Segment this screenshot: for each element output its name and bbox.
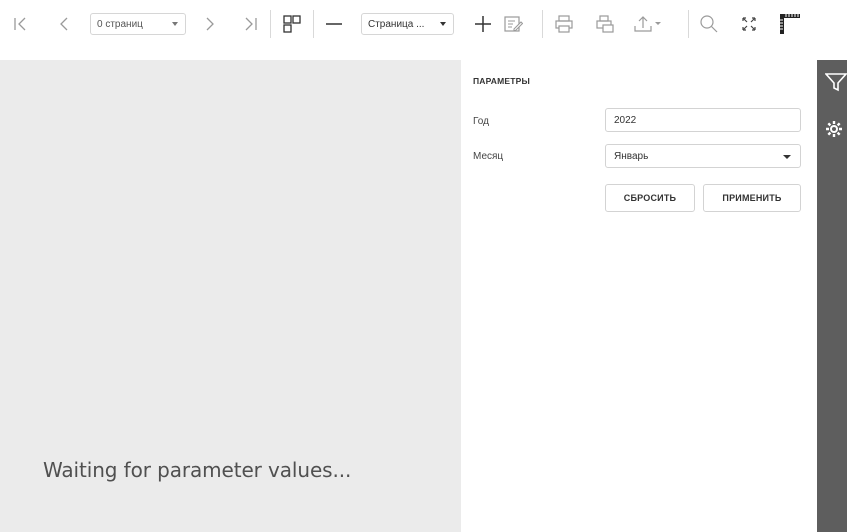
last-page-icon [245,17,257,31]
print-button[interactable] [549,9,579,39]
report-toolbar: 0 страниц Страница ... [0,0,847,48]
print-page-button[interactable] [590,9,620,39]
multipage-button[interactable] [277,9,307,39]
zoom-in-button[interactable] [468,9,498,39]
search-button[interactable] [694,9,724,39]
year-label: Год [473,116,489,127]
first-page-button[interactable] [5,9,35,39]
toolbar-divider [313,10,314,38]
prev-page-icon [60,17,68,31]
filter-tab[interactable] [824,72,847,96]
zoom-in-icon [475,16,491,32]
chevron-down-icon [440,22,446,26]
month-value: Январь [614,150,649,162]
parameters-panel: ПАРАМЕТРЫ Год 2022 Месяц Январь СБРОСИТЬ… [461,60,817,532]
last-page-button[interactable] [236,9,266,39]
print-icon [555,15,573,33]
fullscreen-icon [742,17,756,31]
year-input[interactable]: 2022 [605,108,801,132]
edit-fields-button[interactable] [498,9,528,39]
report-preview: Waiting for parameter values... [0,60,461,532]
side-rail [817,60,847,532]
toolbar-divider [688,10,689,38]
filter-icon [824,73,847,92]
toolbar-divider [270,10,271,38]
toolbar-divider [542,10,543,38]
zoom-out-icon [326,23,342,25]
toolbar-spacer [0,48,461,60]
panel-title: ПАРАМЕТРЫ [473,76,531,86]
chevron-down-icon [783,155,791,159]
first-page-icon [14,17,26,31]
print-page-icon [596,15,614,33]
ruler-icon [780,14,800,34]
search-icon [700,15,718,33]
fullscreen-button[interactable] [734,9,764,39]
zoom-value: Страница ... [368,18,425,30]
next-page-button[interactable] [195,9,225,39]
multipage-icon [283,15,301,33]
export-icon [634,16,661,32]
ruler-button[interactable] [775,9,805,39]
status-message: Waiting for parameter values... [43,458,352,482]
chevron-down-icon [172,22,178,26]
settings-tab[interactable] [825,118,847,142]
apply-button[interactable]: ПРИМЕНИТЬ [703,184,801,212]
page-count-select[interactable]: 0 страниц [90,13,186,35]
edit-fields-icon [504,16,523,32]
export-button[interactable] [630,9,666,39]
page-count-value: 0 страниц [97,18,143,30]
month-label: Месяц [473,151,504,162]
zoom-out-button[interactable] [319,9,349,39]
prev-page-button[interactable] [49,9,79,39]
month-select[interactable]: Январь [605,144,801,168]
next-page-icon [206,17,214,31]
zoom-select[interactable]: Страница ... [361,13,454,35]
year-value: 2022 [614,114,637,126]
reset-button[interactable]: СБРОСИТЬ [605,184,695,212]
gear-icon [826,121,842,137]
